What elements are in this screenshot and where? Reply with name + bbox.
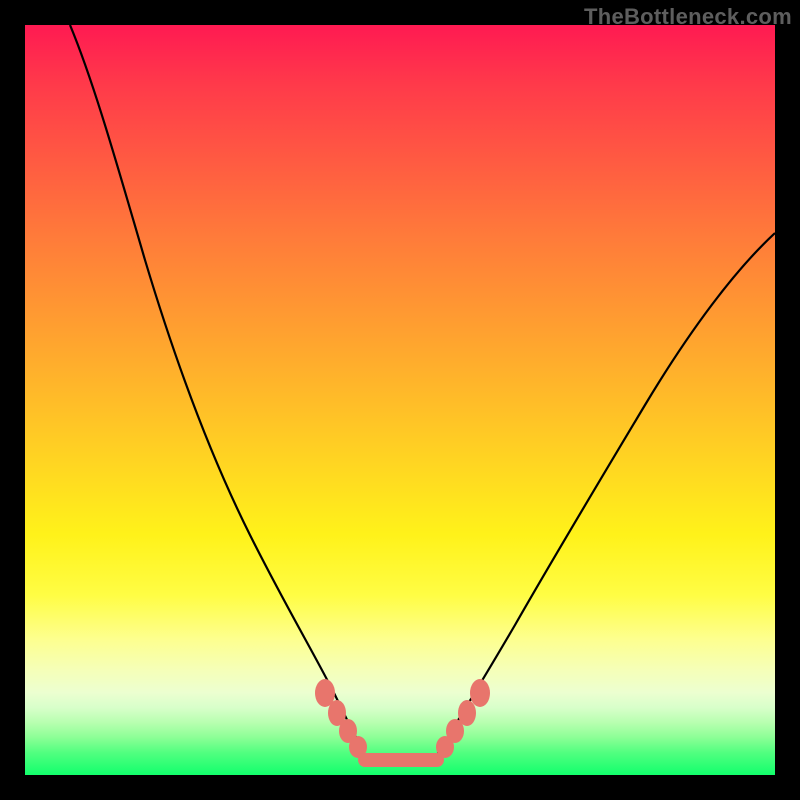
left-curve	[70, 25, 365, 755]
watermark-text: TheBottleneck.com	[584, 4, 792, 30]
curve-overlay	[25, 25, 775, 775]
chart-frame: TheBottleneck.com	[0, 0, 800, 800]
gradient-plot-area	[25, 25, 775, 775]
marker-dot	[458, 700, 476, 726]
marker-dot	[470, 679, 490, 707]
marker-dot	[349, 736, 367, 758]
right-curve	[437, 233, 775, 755]
